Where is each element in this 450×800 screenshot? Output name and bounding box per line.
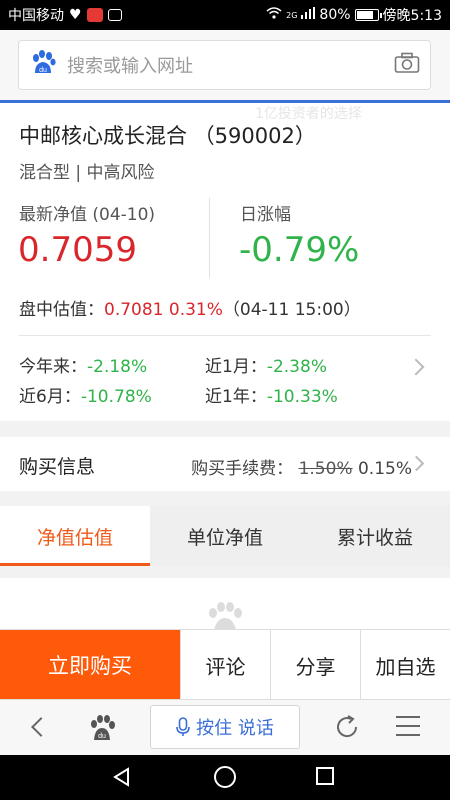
change-value: -0.79% — [239, 230, 360, 270]
search-placeholder: 搜索或输入网址 — [67, 56, 193, 77]
fee-label: 购买手续费： — [191, 459, 294, 479]
chevron-right-icon[interactable] — [407, 358, 425, 376]
perf-value: -10.78% — [80, 387, 152, 407]
divider — [19, 335, 431, 336]
perf-1m[interactable]: 近1月：-2.38% — [205, 352, 327, 377]
browser-toolbar: du 按住 说话 — [0, 699, 450, 755]
comment-button[interactable]: 评论 — [180, 630, 270, 700]
network-type: 2G — [286, 10, 298, 20]
perf-value: -2.18% — [87, 357, 148, 377]
fund-summary-card: 中邮核心成长混合 （590002） 混合型 | 中高风险 最新净值 (04-10… — [0, 103, 450, 421]
perf-label: 近1月： — [205, 357, 267, 377]
status-bar: 中国移动 ♥ 2G 80% 傍晚5:13 — [0, 0, 450, 30]
refresh-icon[interactable] — [334, 714, 360, 740]
nav-value: 0.7059 — [18, 230, 137, 270]
search-input[interactable]: du 搜索或输入网址 — [18, 40, 431, 90]
tab-unit-nav[interactable]: 单位净值 — [150, 506, 300, 566]
fund-category: 混合型 | 中高风险 — [19, 163, 155, 183]
baidu-paw-icon: du — [29, 49, 57, 81]
perf-label: 今年来： — [19, 357, 87, 377]
perf-value: -2.38% — [266, 357, 327, 377]
heart-icon: ♥ — [69, 7, 82, 23]
camera-icon[interactable] — [394, 52, 420, 78]
microphone-icon — [176, 717, 190, 736]
perf-1y[interactable]: 近1年：-10.33% — [205, 382, 338, 407]
clock: 傍晚5:13 — [382, 8, 442, 24]
battery-percent: 80% — [319, 7, 351, 23]
perf-label: 近1年： — [205, 387, 267, 407]
signal-icon — [301, 7, 316, 23]
buy-fee: 购买手续费： 1.50% 0.15% — [191, 454, 412, 479]
share-button[interactable]: 分享 — [270, 630, 360, 700]
svg-text:du: du — [39, 67, 47, 74]
tab-cumulative-return[interactable]: 累计收益 — [300, 506, 450, 566]
baidu-home-icon[interactable]: du — [88, 714, 116, 742]
change-label: 日涨幅 — [240, 205, 291, 225]
carrier-label: 中国移动 — [8, 8, 64, 24]
chart-area — [0, 578, 450, 630]
buy-info-title: 购买信息 — [19, 456, 96, 478]
nav-label: 最新净值 (04-10) — [19, 205, 156, 225]
perf-value: -10.33% — [266, 387, 338, 407]
message-icon — [107, 9, 122, 21]
back-icon[interactable] — [31, 717, 51, 737]
nav-back-icon[interactable] — [112, 767, 132, 787]
baidu-paw-icon — [209, 602, 242, 630]
tab-nav-estimate[interactable]: 净值估值 — [0, 506, 150, 566]
perf-6m[interactable]: 近6月：-10.78% — [19, 382, 152, 407]
svg-text:du: du — [98, 733, 106, 740]
intraday-label: 盘中估值： — [19, 300, 104, 320]
wechat-icon — [86, 8, 103, 22]
add-watchlist-button[interactable]: 加自选 — [360, 630, 450, 700]
intraday-value: 0.7081 0.31% — [104, 300, 223, 320]
chart-tabs: 净值估值 单位净值 累计收益 — [0, 506, 450, 566]
voice-label: 按住 说话 — [196, 718, 274, 739]
nav-home-icon[interactable] — [214, 766, 236, 788]
intraday-estimate: 盘中估值：0.7081 0.31%（04-11 15:00） — [19, 295, 361, 320]
nav-recent-apps-icon[interactable] — [316, 767, 334, 785]
system-navigation-bar — [0, 755, 450, 800]
action-bar: 立即购买 评论 分享 加自选 — [0, 629, 450, 700]
perf-ytd[interactable]: 今年来：-2.18% — [19, 352, 147, 377]
intraday-time: （04-11 15:00） — [222, 300, 361, 320]
wifi-icon — [266, 7, 282, 23]
divider — [209, 198, 210, 278]
buy-info-row[interactable]: 购买信息 购买手续费： 1.50% 0.15% — [0, 437, 450, 491]
browser-address-area: du 搜索或输入网址 — [0, 30, 450, 100]
slogan-overlay: 1亿投资者的选择 — [255, 106, 362, 122]
fee-original: 1.50% — [298, 459, 353, 479]
battery-icon — [354, 9, 382, 21]
perf-label: 近6月： — [19, 387, 81, 407]
menu-icon[interactable] — [396, 716, 420, 738]
voice-input-button[interactable]: 按住 说话 — [150, 705, 300, 749]
fund-name: 中邮核心成长混合 （590002） — [19, 124, 316, 148]
fee-discounted: 0.15% — [357, 459, 412, 479]
buy-now-button[interactable]: 立即购买 — [0, 630, 180, 700]
